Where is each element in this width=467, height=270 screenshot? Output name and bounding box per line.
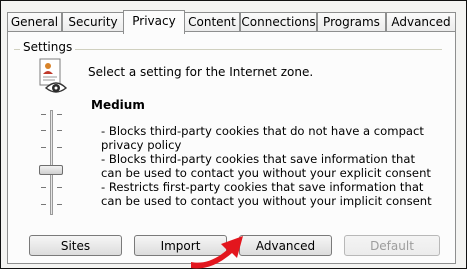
privacy-slider-track[interactable] [50, 110, 53, 215]
privacy-certificate-eye-icon [39, 58, 68, 93]
settings-group-label: Settings [23, 40, 73, 54]
group-divider-right [75, 49, 442, 50]
tab-general[interactable]: General [7, 12, 62, 32]
tab-security[interactable]: Security [62, 12, 124, 32]
tab-programs[interactable]: Programs [317, 12, 386, 32]
slider-tick [57, 187, 62, 188]
slider-tick [41, 204, 46, 205]
tab-content[interactable]: Content [184, 12, 240, 32]
tab-advanced[interactable]: Advanced [386, 12, 456, 32]
description-line: - Restricts first-party cookies that sav… [101, 180, 424, 194]
internet-options-dialog: General Security Privacy Content Connect… [0, 0, 467, 269]
slider-tick [57, 130, 62, 131]
tab-privacy[interactable]: Privacy [123, 10, 185, 34]
slider-tick [41, 147, 46, 148]
slider-tick [41, 130, 46, 131]
tab-connections[interactable]: Connections [240, 12, 317, 32]
slider-tick [41, 187, 46, 188]
slider-tick [57, 204, 62, 205]
slider-tick [57, 147, 62, 148]
description-line: - Blocks third-party cookies that do not… [101, 124, 424, 138]
zone-instruction: Select a setting for the Internet zone. [88, 65, 314, 79]
group-divider-left [14, 49, 20, 50]
privacy-level-title: Medium [91, 98, 145, 112]
default-button: Default [344, 235, 440, 256]
description-line: privacy policy [101, 138, 182, 152]
red-arrow-icon [191, 236, 243, 269]
description-line: can be used to contact you without your … [101, 166, 431, 180]
privacy-slider-thumb[interactable] [39, 165, 63, 175]
sites-button[interactable]: Sites [29, 235, 122, 256]
description-line: can be used to contact you without your … [101, 194, 432, 208]
slider-tick [41, 114, 46, 115]
privacy-level-description: - Blocks third-party cookies that do not… [101, 124, 441, 208]
slider-tick [57, 114, 62, 115]
description-line: - Blocks third-party cookies that save i… [101, 152, 416, 166]
